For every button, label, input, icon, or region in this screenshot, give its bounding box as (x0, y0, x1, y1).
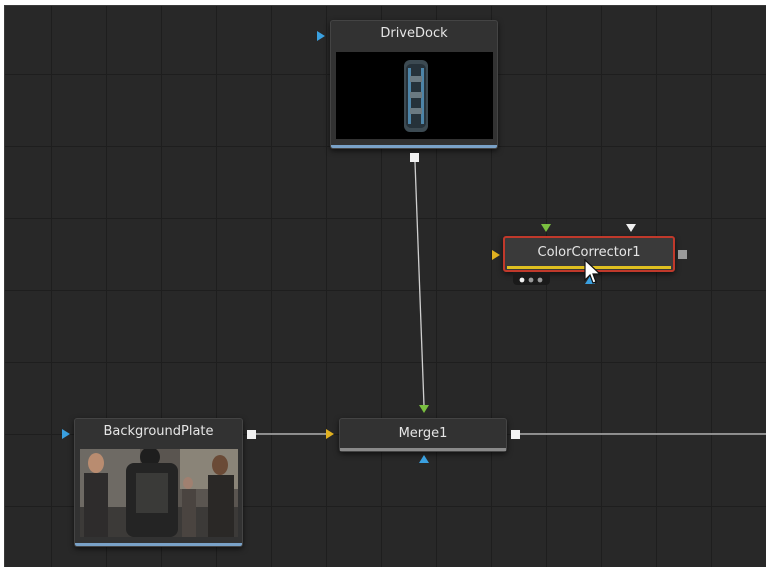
colorcorrector-yellow-input-icon[interactable] (492, 250, 500, 260)
colorcorrector-green-input-icon[interactable] (541, 224, 551, 232)
backgroundplate-node-title: BackgroundPlate (103, 424, 214, 439)
merge-output-port[interactable] (511, 430, 520, 439)
merge-blue-mask-input-icon[interactable] (419, 455, 429, 463)
colorcorrector-white-input-icon[interactable] (626, 224, 636, 232)
backgroundplate-node[interactable]: BackgroundPlate (74, 418, 243, 547)
merge-yellow-background-input-icon[interactable] (326, 429, 334, 439)
drivedock-input-arrow-icon[interactable] (317, 31, 325, 41)
three-dots-icon (519, 277, 543, 283)
backgroundplate-output-port[interactable] (247, 430, 256, 439)
backgroundplate-underline (75, 543, 242, 546)
drivedock-node[interactable]: DriveDock (330, 20, 498, 149)
backgroundplate-thumbnail (80, 449, 238, 537)
drivedock-underline (331, 145, 497, 148)
merge-node-title: Merge1 (398, 426, 448, 441)
colorcorrector-output-port[interactable] (678, 250, 687, 259)
merge-node[interactable]: Merge1 (339, 418, 507, 452)
merge-underline (340, 448, 506, 451)
drivedock-thumbnail (336, 52, 493, 139)
merge-green-foreground-input-icon[interactable] (419, 405, 429, 413)
drivedock-output-port[interactable] (410, 153, 419, 162)
scene-image (80, 449, 238, 537)
arrow-cursor-icon (584, 259, 602, 284)
drivedock-node-title: DriveDock (380, 26, 448, 41)
drive-pod-image (404, 60, 428, 132)
colorcorrector-options-tab[interactable] (513, 272, 550, 285)
backgroundplate-input-arrow-icon[interactable] (62, 429, 70, 439)
